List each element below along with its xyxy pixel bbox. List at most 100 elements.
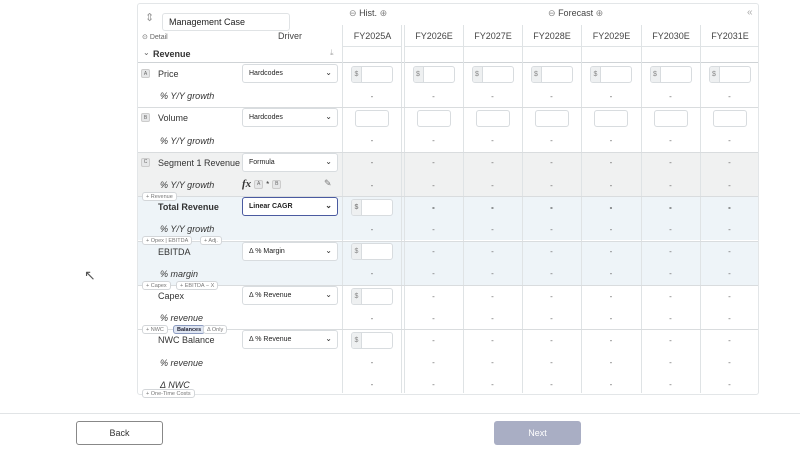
detail-toggle[interactable]: ⊙ Detail bbox=[142, 33, 168, 41]
formula-operator: * bbox=[266, 179, 270, 189]
group-divider bbox=[138, 196, 758, 198]
dollar-icon: $ bbox=[531, 66, 542, 82]
row-cell: - bbox=[522, 352, 581, 374]
row-cell: $ bbox=[641, 63, 700, 85]
add-adj-button[interactable]: + Adj. bbox=[200, 236, 222, 245]
driver-select[interactable]: Hardcodes ⌄ bbox=[242, 64, 338, 83]
value-input[interactable]: $ bbox=[530, 65, 573, 83]
formula-display[interactable]: fx A * B bbox=[242, 178, 282, 190]
cell-value: - bbox=[370, 358, 374, 368]
value-input[interactable] bbox=[653, 109, 688, 127]
scenario-name-input[interactable]: Management Case bbox=[162, 13, 290, 31]
chevron-down-icon: ⌄ bbox=[325, 156, 332, 166]
value-input[interactable] bbox=[712, 109, 747, 127]
value-input[interactable]: $ bbox=[412, 65, 455, 83]
row-cell: - bbox=[700, 307, 759, 329]
next-button[interactable]: Next bbox=[494, 421, 581, 445]
driver-select[interactable]: Δ % Margin ⌄ bbox=[242, 241, 338, 261]
cell-value: - bbox=[550, 269, 553, 279]
driver-select[interactable]: Δ % Revenue ⌄ bbox=[242, 286, 338, 305]
expand-hist-icon[interactable]: ⊕ bbox=[380, 8, 388, 18]
row-cell: - bbox=[463, 241, 522, 263]
value-input[interactable] bbox=[475, 109, 510, 127]
value-input[interactable] bbox=[594, 109, 628, 127]
value-input[interactable]: $ bbox=[649, 65, 692, 83]
add-capex-button[interactable]: + Capex bbox=[142, 281, 171, 290]
row-cell: - bbox=[581, 352, 641, 374]
collapse-hist-icon[interactable]: ⊖ bbox=[349, 8, 357, 18]
row-cell: - bbox=[581, 130, 641, 152]
row-cell bbox=[522, 107, 581, 129]
row-cell: - bbox=[700, 352, 759, 374]
table-row: NWC Balance Δ % Revenue ⌄ $ - - - - - - bbox=[138, 329, 758, 351]
row-cell: - bbox=[342, 130, 402, 152]
value-input[interactable]: $ bbox=[351, 243, 393, 261]
row-cell: - bbox=[700, 130, 759, 152]
add-one-time-button[interactable]: + One-Time Costs bbox=[142, 389, 195, 398]
table-row: Δ NWC - - - - - - - bbox=[138, 374, 758, 396]
section-revenue[interactable]: ⌄ Revenue ⤓ bbox=[138, 45, 758, 63]
back-button[interactable]: Back bbox=[76, 421, 163, 445]
row-cell: - bbox=[522, 218, 581, 240]
value-input[interactable]: $ bbox=[590, 65, 632, 83]
cell-value: - bbox=[728, 91, 731, 101]
value-input[interactable] bbox=[355, 109, 389, 127]
driver-select[interactable]: Δ % Revenue ⌄ bbox=[242, 330, 338, 350]
row-label: % Y/Y growth bbox=[160, 135, 215, 146]
driver-select[interactable]: Hardcodes ⌄ bbox=[242, 108, 338, 128]
table-row: % margin - - - - - - - bbox=[138, 262, 758, 285]
dollar-icon: $ bbox=[352, 199, 362, 215]
value-input[interactable]: $ bbox=[351, 287, 393, 305]
dollar-icon: $ bbox=[709, 66, 720, 82]
add-delta-only-button[interactable]: Δ Only bbox=[203, 325, 228, 334]
cell-value: - bbox=[728, 202, 731, 212]
cell-value: - bbox=[491, 313, 494, 323]
driver-select[interactable]: Linear CAGR ⌄ bbox=[242, 197, 338, 217]
download-icon[interactable]: ⤓ bbox=[330, 48, 334, 58]
row-cell: - bbox=[404, 285, 463, 307]
cell-value: - bbox=[550, 358, 553, 368]
cell-value: - bbox=[370, 91, 374, 101]
cell-value: - bbox=[370, 180, 374, 190]
cell-value: - bbox=[609, 247, 613, 257]
add-revenue-button[interactable]: + Revenue bbox=[142, 192, 177, 201]
cell-value: - bbox=[669, 180, 672, 190]
cell-value: - bbox=[432, 158, 435, 168]
cell-value: - bbox=[669, 247, 672, 257]
value-input[interactable]: $ bbox=[708, 65, 751, 83]
collapse-panel-icon[interactable]: « bbox=[747, 7, 753, 18]
row-cell: - bbox=[700, 196, 759, 218]
cell-value: - bbox=[728, 358, 731, 368]
row-cell: - bbox=[404, 174, 463, 196]
cell-value: - bbox=[609, 158, 613, 168]
row-cell: - bbox=[404, 352, 463, 374]
value-input[interactable] bbox=[534, 109, 569, 127]
pencil-icon[interactable]: ✎ bbox=[324, 178, 332, 189]
collapse-forecast-icon[interactable]: ⊖ bbox=[548, 8, 556, 18]
chevron-down-icon[interactable]: ⌄ bbox=[143, 48, 150, 57]
cell-value: - bbox=[491, 91, 494, 101]
value-input[interactable]: $ bbox=[351, 331, 393, 349]
add-ebitda-x-button[interactable]: + EBITDA − X bbox=[176, 281, 219, 290]
row-cell: - bbox=[641, 307, 700, 329]
fx-icon: fx bbox=[242, 178, 252, 190]
driver-select[interactable]: Formula ⌄ bbox=[242, 152, 338, 172]
expand-forecast-icon[interactable]: ⊕ bbox=[596, 8, 604, 18]
value-input[interactable]: $ bbox=[471, 65, 514, 83]
add-opex-button[interactable]: + Opex | EBITDA bbox=[142, 236, 193, 245]
add-nwc-button[interactable]: + NWC bbox=[142, 325, 168, 334]
add-balances-button[interactable]: Balances bbox=[173, 325, 206, 334]
row-cell: - bbox=[522, 174, 581, 196]
mouse-cursor-icon: ↖ bbox=[84, 267, 96, 283]
value-input[interactable] bbox=[416, 109, 451, 127]
cell-value: - bbox=[728, 224, 731, 234]
row-cell: - bbox=[700, 152, 759, 174]
value-input[interactable]: $ bbox=[351, 65, 393, 83]
column-divider bbox=[463, 25, 464, 393]
row-cell: $ bbox=[342, 63, 402, 85]
chevron-down-icon: ⌄ bbox=[325, 245, 332, 255]
dollar-icon: $ bbox=[591, 66, 601, 82]
value-input[interactable]: $ bbox=[351, 198, 393, 216]
cell-value: - bbox=[550, 136, 553, 146]
row-height-icon[interactable]: ⇕ bbox=[145, 11, 154, 24]
